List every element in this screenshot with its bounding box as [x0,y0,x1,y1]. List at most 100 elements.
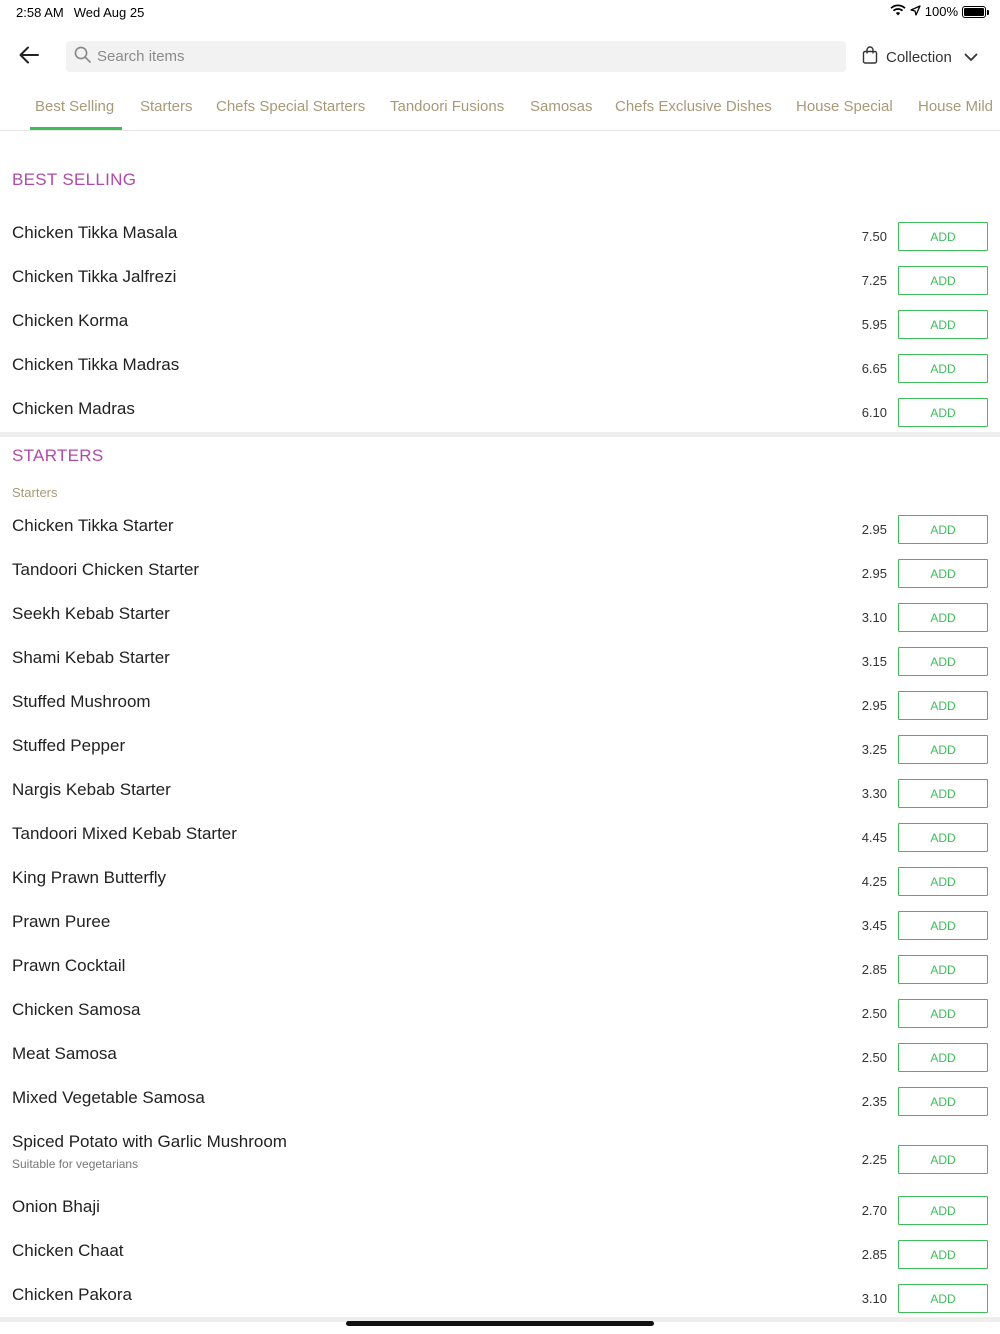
add-button[interactable]: ADD [898,779,988,808]
menu-item-price: 2.25 [861,1152,887,1167]
menu-item-name: Chicken Madras [12,399,135,418]
status-right: 100% [890,4,989,19]
tab-tandoori-fusions[interactable]: Tandoori Fusions [390,98,504,115]
menu-item-price: 6.10 [861,405,887,420]
add-button[interactable]: ADD [898,398,988,427]
arrow-left-icon [19,46,39,69]
menu-item-name: Chicken Samosa [12,1000,141,1019]
tab-house-special[interactable]: House Special [796,98,893,115]
add-button[interactable]: ADD [898,515,988,544]
menu-item-price: 3.25 [861,742,887,757]
tab-starters[interactable]: Starters [140,98,193,115]
menu-item-price: 2.35 [861,1094,887,1109]
menu-item-name: Mixed Vegetable Samosa [12,1088,205,1107]
menu-item-description: Suitable for vegetarians [12,1157,139,1171]
add-button[interactable]: ADD [898,1043,988,1072]
status-time: 2:58 AM [16,5,64,20]
menu-item-name: Chicken Tikka Masala [12,223,178,242]
add-button[interactable]: ADD [898,955,988,984]
menu-item-price: 4.25 [861,874,887,889]
menu-item-name: Stuffed Mushroom [12,692,151,711]
menu-item-price: 2.85 [861,1247,887,1262]
add-button[interactable]: ADD [898,1145,988,1174]
menu-item-price: 5.95 [861,317,887,332]
menu-item-price: 3.10 [861,1291,887,1306]
add-button[interactable]: ADD [898,911,988,940]
menu-item-name: Chicken Chaat [12,1241,124,1260]
category-tabs: Best Selling Starters Chefs Special Star… [0,88,1000,131]
menu-item-price: 2.95 [861,522,887,537]
add-button[interactable]: ADD [898,603,988,632]
menu-item-name: Stuffed Pepper [12,736,126,755]
search-icon [74,46,91,68]
menu-item-price: 7.25 [861,273,887,288]
menu-item-price: 3.15 [861,654,887,669]
menu-item-price: 2.85 [861,962,887,977]
add-button[interactable]: ADD [898,310,988,339]
menu-item-name: Nargis Kebab Starter [12,780,171,799]
active-tab-indicator [30,127,122,130]
menu-item-name: Chicken Tikka Jalfrezi [12,267,177,286]
menu-item-price: 2.70 [861,1203,887,1218]
menu-item-price: 3.45 [861,918,887,933]
back-button[interactable] [14,42,44,72]
menu-item-name: Prawn Cocktail [12,956,126,975]
status-bar: 2:58 AM Wed Aug 25 100% [0,0,1000,24]
location-icon [910,4,921,19]
status-date: Wed Aug 25 [73,5,145,20]
add-button[interactable]: ADD [898,823,988,852]
add-button[interactable]: ADD [898,559,988,588]
tab-best-selling[interactable]: Best Selling [35,98,114,115]
section-title-starters: STARTERS [12,446,104,465]
section-divider [0,432,1000,437]
menu-item-price: 4.45 [861,830,887,845]
menu-item-price: 3.10 [861,610,887,625]
home-indicator [346,1321,654,1326]
add-button[interactable]: ADD [898,1284,988,1313]
add-button[interactable]: ADD [898,647,988,676]
battery-percent: 100% [924,4,958,19]
tab-chefs-exclusive-dishes[interactable]: Chefs Exclusive Dishes [615,98,772,115]
search-bar[interactable] [66,41,846,72]
tab-house-mild[interactable]: House Mild [918,98,993,115]
menu-item-price: 3.30 [861,786,887,801]
subsection-title-starters: Starters [12,485,58,500]
chevron-down-icon [964,49,978,66]
menu-item-price: 6.65 [861,361,887,376]
add-button[interactable]: ADD [898,222,988,251]
menu-item-name: Prawn Puree [12,912,111,931]
battery-icon [962,5,989,18]
menu-item-name: Chicken Pakora [12,1285,133,1304]
add-button[interactable]: ADD [898,1240,988,1269]
add-button[interactable]: ADD [898,266,988,295]
add-button[interactable]: ADD [898,867,988,896]
menu-item-name: Spiced Potato with Garlic Mushroom [12,1132,287,1151]
menu-item-name: Meat Samosa [12,1044,117,1063]
menu-item-name: Chicken Tikka Starter [12,516,174,535]
menu-item-name: King Prawn Butterfly [12,868,167,887]
menu-item-price: 2.50 [861,1050,887,1065]
tab-samosas[interactable]: Samosas [530,98,593,115]
menu-item-name: Chicken Korma [12,311,129,330]
tab-chefs-special-starters[interactable]: Chefs Special Starters [216,98,365,115]
top-bar: Collection [0,32,1000,80]
menu-item-name: Seekh Kebab Starter [12,604,170,623]
collection-label: Collection [886,48,952,66]
status-left: 2:58 AM Wed Aug 25 [16,5,144,20]
add-button[interactable]: ADD [898,691,988,720]
add-button[interactable]: ADD [898,999,988,1028]
add-button[interactable]: ADD [898,354,988,383]
add-button[interactable]: ADD [898,1087,988,1116]
menu-item-name: Chicken Tikka Madras [12,355,180,374]
menu-item-name: Onion Bhaji [12,1197,100,1216]
collection-dropdown[interactable]: Collection [862,42,978,72]
section-title-best-selling: BEST SELLING [12,170,137,189]
add-button[interactable]: ADD [898,735,988,764]
add-button[interactable]: ADD [898,1196,988,1225]
shopping-bag-icon [862,46,878,68]
menu-item-name: Shami Kebab Starter [12,648,170,667]
search-input[interactable] [97,48,846,65]
menu-item-price: 2.95 [861,698,887,713]
menu-item-price: 7.50 [861,229,887,244]
menu-item-price: 2.50 [861,1006,887,1021]
